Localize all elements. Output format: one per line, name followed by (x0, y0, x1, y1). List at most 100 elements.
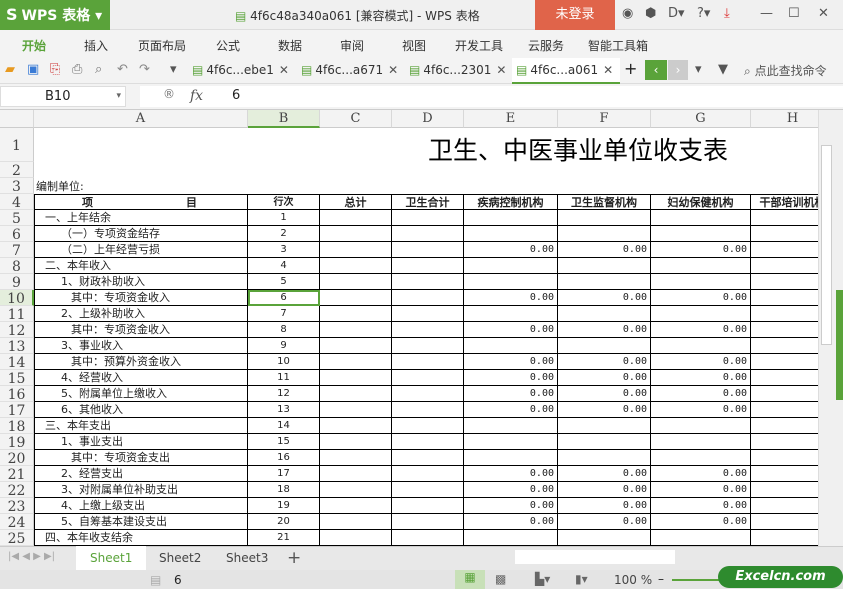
row-no-cell[interactable]: 15 (248, 434, 320, 450)
value-cell[interactable]: 0.00 (651, 386, 751, 402)
value-cell[interactable] (751, 306, 818, 322)
row-header-2[interactable]: 2 (0, 162, 34, 179)
row-header-1[interactable]: 1 (0, 128, 34, 162)
item-cell[interactable]: 3、事业收入 (34, 338, 248, 354)
print-preview-icon[interactable]: ⌕ (95, 62, 102, 77)
row-header-11[interactable]: 11 (0, 306, 34, 323)
column-header-C[interactable]: C (320, 110, 392, 128)
feedback-icon[interactable]: D▾ (668, 6, 685, 21)
row-header-10[interactable]: 10 (0, 290, 34, 307)
item-cell[interactable]: 四、本年收支结余 (34, 530, 248, 546)
value-cell[interactable]: 0.00 (558, 466, 651, 482)
value-cell[interactable] (464, 306, 558, 322)
item-cell[interactable]: 其中：专项资金支出 (34, 450, 248, 466)
item-cell[interactable]: 三、本年支出 (34, 418, 248, 434)
row-header-16[interactable]: 16 (0, 386, 34, 403)
value-cell[interactable] (464, 210, 558, 226)
more-dropdown-icon[interactable]: ▾ (170, 62, 177, 77)
item-cell[interactable]: 1、财政补助收入 (34, 274, 248, 290)
eye-protection-icon[interactable]: ▮▾ (575, 572, 588, 586)
value-cell[interactable]: 0.00 (464, 354, 558, 370)
value-cell[interactable] (651, 338, 751, 354)
help-icon[interactable]: ?▾ (697, 6, 710, 21)
value-cell[interactable] (651, 530, 751, 546)
value-cell[interactable] (392, 210, 464, 226)
value-cell[interactable] (320, 434, 392, 450)
value-cell[interactable] (651, 274, 751, 290)
value-cell[interactable]: 0.00 (558, 242, 651, 258)
value-cell[interactable] (558, 210, 651, 226)
value-cell[interactable] (320, 466, 392, 482)
value-cell[interactable] (392, 242, 464, 258)
undo-icon[interactable]: ↶ (117, 62, 128, 77)
row-header-14[interactable]: 14 (0, 354, 34, 371)
comment-icon[interactable]: ▾ (695, 62, 702, 77)
value-cell[interactable]: 0.00 (651, 402, 751, 418)
menu-0[interactable]: 开始 (22, 37, 46, 54)
redo-icon[interactable]: ↷ (139, 62, 150, 77)
value-cell[interactable] (651, 226, 751, 242)
command-search[interactable]: ⌕ 点此查找命令 (744, 62, 827, 79)
page-break-view-icon[interactable]: ▩ (495, 572, 506, 586)
file-tab[interactable]: ▤ 4f6c...a061 ✕ (512, 58, 620, 84)
maximize-button[interactable]: ☐ (788, 6, 800, 21)
value-cell[interactable] (392, 482, 464, 498)
value-cell[interactable] (320, 210, 392, 226)
value-cell[interactable]: 0.00 (464, 482, 558, 498)
value-cell[interactable]: 0.00 (651, 498, 751, 514)
new-tab-button[interactable]: + (624, 59, 637, 78)
value-cell[interactable] (558, 530, 651, 546)
menu-4[interactable]: 数据 (278, 37, 302, 54)
value-cell[interactable]: 0 (751, 466, 818, 482)
row-no-cell[interactable]: 21 (248, 530, 320, 546)
item-cell[interactable]: 6、其他收入 (34, 402, 248, 418)
close-tab-icon[interactable]: ✕ (388, 63, 398, 77)
value-cell[interactable] (392, 274, 464, 290)
insert-function-icon[interactable]: fx (190, 88, 203, 104)
value-cell[interactable] (392, 466, 464, 482)
value-cell[interactable]: 0.00 (464, 402, 558, 418)
menu-3[interactable]: 公式 (216, 37, 240, 54)
menu-7[interactable]: 开发工具 (455, 37, 503, 54)
value-cell[interactable] (464, 338, 558, 354)
value-cell[interactable] (320, 322, 392, 338)
item-cell[interactable]: 5、附属单位上缴收入 (34, 386, 248, 402)
value-cell[interactable] (751, 258, 818, 274)
value-cell[interactable] (651, 450, 751, 466)
zoom-level[interactable]: 100 % (614, 573, 652, 587)
row-no-cell[interactable]: 12 (248, 386, 320, 402)
select-all-corner[interactable] (0, 110, 34, 128)
value-cell[interactable] (392, 418, 464, 434)
wps-app-menu-button[interactable]: S WPS 表格 ▾ (0, 0, 110, 30)
value-cell[interactable] (558, 306, 651, 322)
column-header-H[interactable]: H (751, 110, 818, 128)
column-header-G[interactable]: G (651, 110, 751, 128)
value-cell[interactable]: 0.00 (651, 466, 751, 482)
value-cell[interactable] (651, 258, 751, 274)
menu-1[interactable]: 插入 (84, 37, 108, 54)
value-cell[interactable] (392, 354, 464, 370)
value-cell[interactable] (751, 338, 818, 354)
value-cell[interactable] (392, 402, 464, 418)
value-cell[interactable]: 0.00 (464, 498, 558, 514)
value-cell[interactable] (392, 258, 464, 274)
column-header-F[interactable]: F (558, 110, 651, 128)
value-cell[interactable] (392, 290, 464, 306)
value-cell[interactable] (751, 226, 818, 242)
value-cell[interactable] (392, 322, 464, 338)
row-header-12[interactable]: 12 (0, 322, 34, 339)
row-header-24[interactable]: 24 (0, 514, 34, 531)
value-cell[interactable] (464, 226, 558, 242)
value-cell[interactable] (320, 370, 392, 386)
item-cell[interactable]: 一、上年结余 (34, 210, 248, 226)
value-cell[interactable]: 0 (751, 402, 818, 418)
menu-6[interactable]: 视图 (402, 37, 426, 54)
item-cell[interactable]: 其中：预算外资金收入 (34, 354, 248, 370)
value-cell[interactable]: 0.00 (558, 290, 651, 306)
filter-icon[interactable]: ▼ (718, 62, 728, 77)
row-header-23[interactable]: 23 (0, 498, 34, 515)
value-cell[interactable]: 0 (751, 370, 818, 386)
item-cell[interactable]: 4、上缴上级支出 (34, 498, 248, 514)
column-header-D[interactable]: D (392, 110, 464, 128)
value-cell[interactable]: 0.00 (464, 242, 558, 258)
